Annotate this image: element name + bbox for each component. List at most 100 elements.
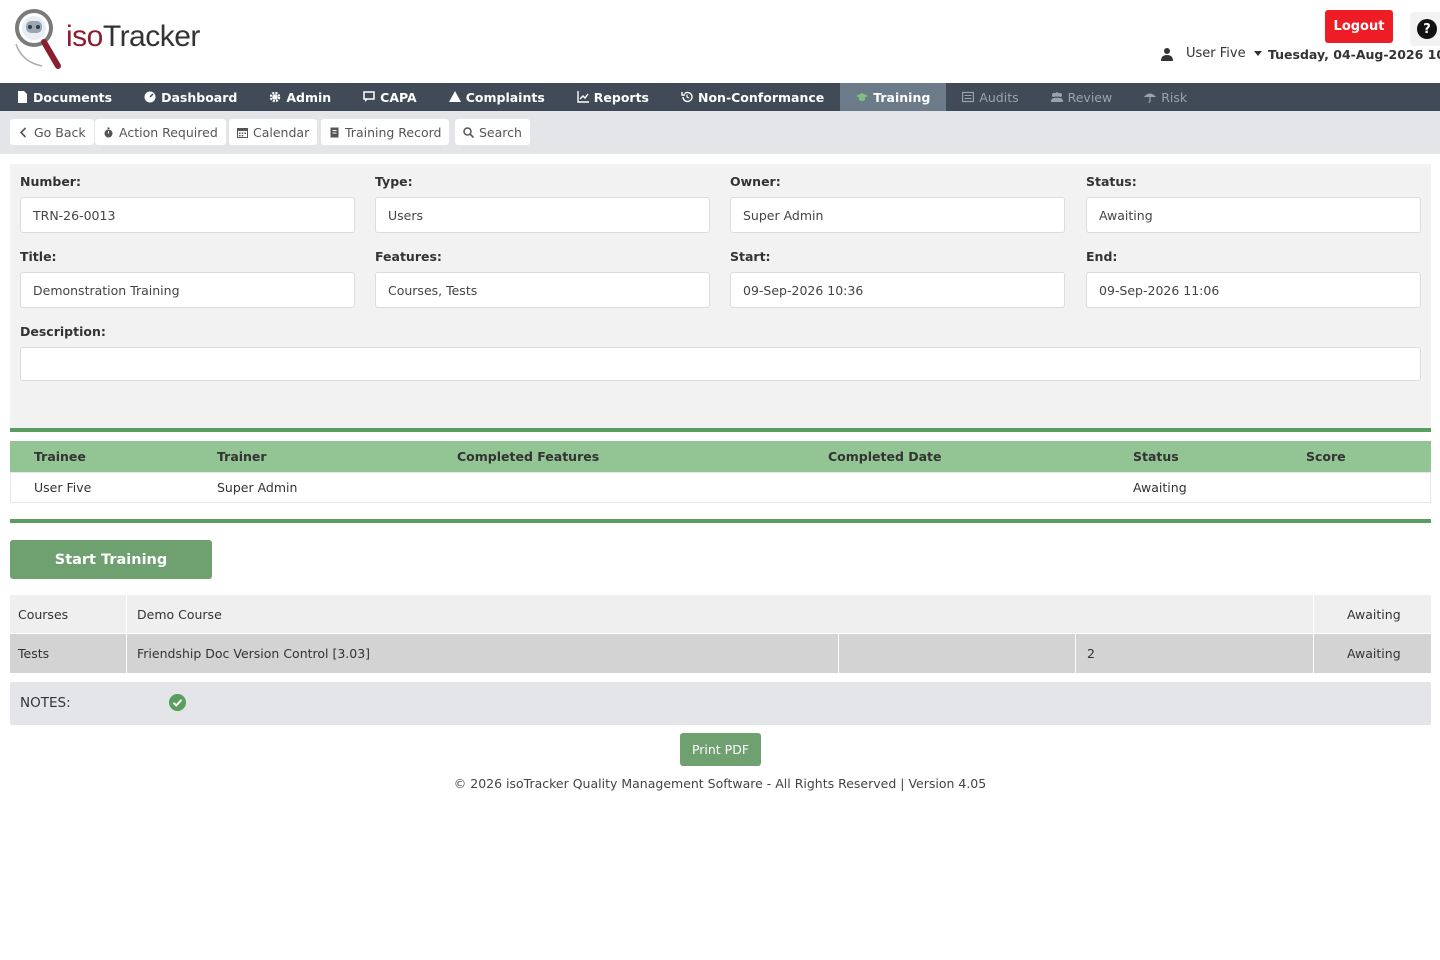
description-label: Description:: [20, 324, 106, 339]
go-back-label: Go Back: [34, 124, 86, 140]
help-icon: ?: [1417, 19, 1437, 39]
features-field[interactable]: Courses, Tests: [375, 272, 710, 308]
go-back-button[interactable]: Go Back: [10, 119, 94, 145]
nav-item-audits[interactable]: Audits: [946, 83, 1034, 111]
nav-item-training[interactable]: Training: [840, 83, 947, 111]
print-pdf-button[interactable]: Print PDF: [680, 733, 761, 766]
nav-label: Review: [1067, 89, 1113, 105]
logo-text-iso: iso: [66, 20, 103, 53]
calendar-label: Calendar: [253, 124, 310, 140]
search-icon: [463, 126, 474, 138]
features-label: Features:: [375, 249, 442, 264]
section-divider: [10, 519, 1431, 523]
nav-item-non-conformance[interactable]: Non-Conformance: [665, 83, 840, 111]
nav-item-risk[interactable]: Risk: [1128, 83, 1203, 111]
status-field[interactable]: Awaiting: [1086, 197, 1421, 233]
description-field[interactable]: [20, 347, 1421, 381]
chevron-down-icon: [1253, 51, 1262, 56]
type-label: Type:: [375, 174, 413, 189]
column-header-score: Score: [1306, 449, 1346, 464]
history-icon: [681, 91, 693, 103]
column-header-trainer: Trainer: [217, 449, 267, 464]
column-header-completed-features: Completed Features: [457, 449, 600, 464]
trainer-cell: Super Admin: [217, 480, 298, 495]
test-status-cell: Awaiting: [1347, 646, 1401, 661]
column-header-trainee: Trainee: [34, 449, 86, 464]
action-required-button[interactable]: Action Required: [95, 119, 226, 145]
trainee-cell: User Five: [34, 480, 92, 495]
footer-copyright: © 2026 isoTracker Quality Management Sof…: [453, 776, 987, 791]
course-kind-cell: Courses: [18, 606, 69, 622]
list-icon: [962, 91, 975, 103]
trainee-table-header: Trainee Trainer Completed Features Compl…: [10, 441, 1431, 472]
nav-label: CAPA: [380, 89, 417, 105]
table-row[interactable]: User Five Super Admin Awaiting: [10, 472, 1431, 503]
magnifier-logo-icon: [15, 9, 61, 69]
search-button[interactable]: Search: [455, 119, 530, 145]
column-divider: [126, 634, 127, 673]
owner-label: Owner:: [730, 174, 781, 189]
column-divider: [1075, 634, 1076, 673]
course-status-cell: Awaiting: [1347, 606, 1401, 622]
check-circle-icon[interactable]: [169, 694, 186, 711]
nav-label: Non-Conformance: [698, 89, 825, 105]
type-field[interactable]: Users: [375, 197, 710, 233]
end-field[interactable]: 09-Sep-2026 11:06: [1086, 272, 1421, 308]
test-attempts-cell: 2: [1087, 646, 1095, 661]
nav-item-dashboard[interactable]: Dashboard: [128, 83, 253, 111]
isotracker-logo[interactable]: isoTracker: [14, 6, 200, 74]
calendar-button[interactable]: Calendar: [229, 119, 318, 145]
status-label: Status:: [1086, 174, 1137, 189]
user-menu[interactable]: User Five: [1160, 46, 1262, 61]
column-header-completed-date: Completed Date: [828, 449, 942, 464]
main-nav: Documents Dashboard Admin CAPA Complaint…: [0, 83, 1440, 111]
user-icon: [1161, 47, 1173, 61]
test-row[interactable]: Tests Friendship Doc Version Control [3.…: [10, 634, 1431, 673]
logout-button[interactable]: Logout: [1325, 10, 1393, 43]
dashboard-icon: [144, 91, 156, 103]
start-training-button[interactable]: Start Training: [10, 540, 212, 579]
nav-label: Reports: [593, 89, 649, 105]
help-button[interactable]: ?: [1410, 12, 1440, 46]
training-record-label: Training Record: [345, 124, 442, 140]
users-icon: [1050, 92, 1063, 102]
calendar-icon: [237, 127, 248, 138]
nav-item-admin[interactable]: Admin: [253, 83, 347, 111]
status-cell: Awaiting: [1133, 480, 1187, 495]
sub-toolbar: Go Back Action Required Calendar Trainin…: [0, 111, 1440, 154]
nav-label: Risk: [1161, 89, 1188, 105]
app-header: isoTracker Logout ? User Five Tuesday, 0…: [0, 0, 1440, 83]
number-field[interactable]: TRN-26-0013: [20, 197, 355, 233]
action-required-label: Action Required: [119, 124, 218, 140]
nav-item-documents[interactable]: Documents: [0, 83, 128, 111]
nav-item-review[interactable]: Review: [1035, 83, 1129, 111]
nav-label: Admin: [286, 89, 332, 105]
user-name: User Five: [1186, 46, 1246, 61]
stopwatch-icon: [104, 127, 113, 137]
nav-label: Complaints: [465, 89, 545, 105]
document-icon: [18, 91, 27, 103]
title-field[interactable]: Demonstration Training: [20, 272, 355, 308]
chat-icon: [363, 91, 375, 102]
start-label: Start:: [730, 249, 771, 264]
nav-item-capa[interactable]: CAPA: [347, 83, 433, 111]
owner-field[interactable]: Super Admin: [730, 197, 1065, 233]
umbrella-icon: [1144, 93, 1157, 103]
gear-icon: [270, 91, 281, 103]
column-divider: [838, 634, 839, 673]
nav-item-reports[interactable]: Reports: [561, 83, 665, 111]
nav-item-complaints[interactable]: Complaints: [433, 83, 561, 111]
number-label: Number:: [20, 174, 81, 189]
start-field[interactable]: 09-Sep-2026 10:36: [730, 272, 1065, 308]
graduation-cap-icon: [856, 93, 869, 101]
column-divider: [1313, 634, 1314, 673]
search-label: Search: [479, 124, 522, 140]
column-divider: [1313, 595, 1314, 633]
notes-bar: NOTES:: [10, 682, 1431, 725]
training-record-button[interactable]: Training Record: [321, 119, 450, 145]
training-details-panel: Number: TRN-26-0013 Type: Users Owner: S…: [10, 164, 1431, 428]
course-row[interactable]: Courses Demo Course Awaiting: [10, 595, 1431, 633]
logo-text-tracker: Tracker: [102, 20, 201, 53]
nav-label: Training: [873, 89, 931, 105]
current-datetime: Tuesday, 04-Aug-2026 10:41: [1268, 47, 1440, 62]
